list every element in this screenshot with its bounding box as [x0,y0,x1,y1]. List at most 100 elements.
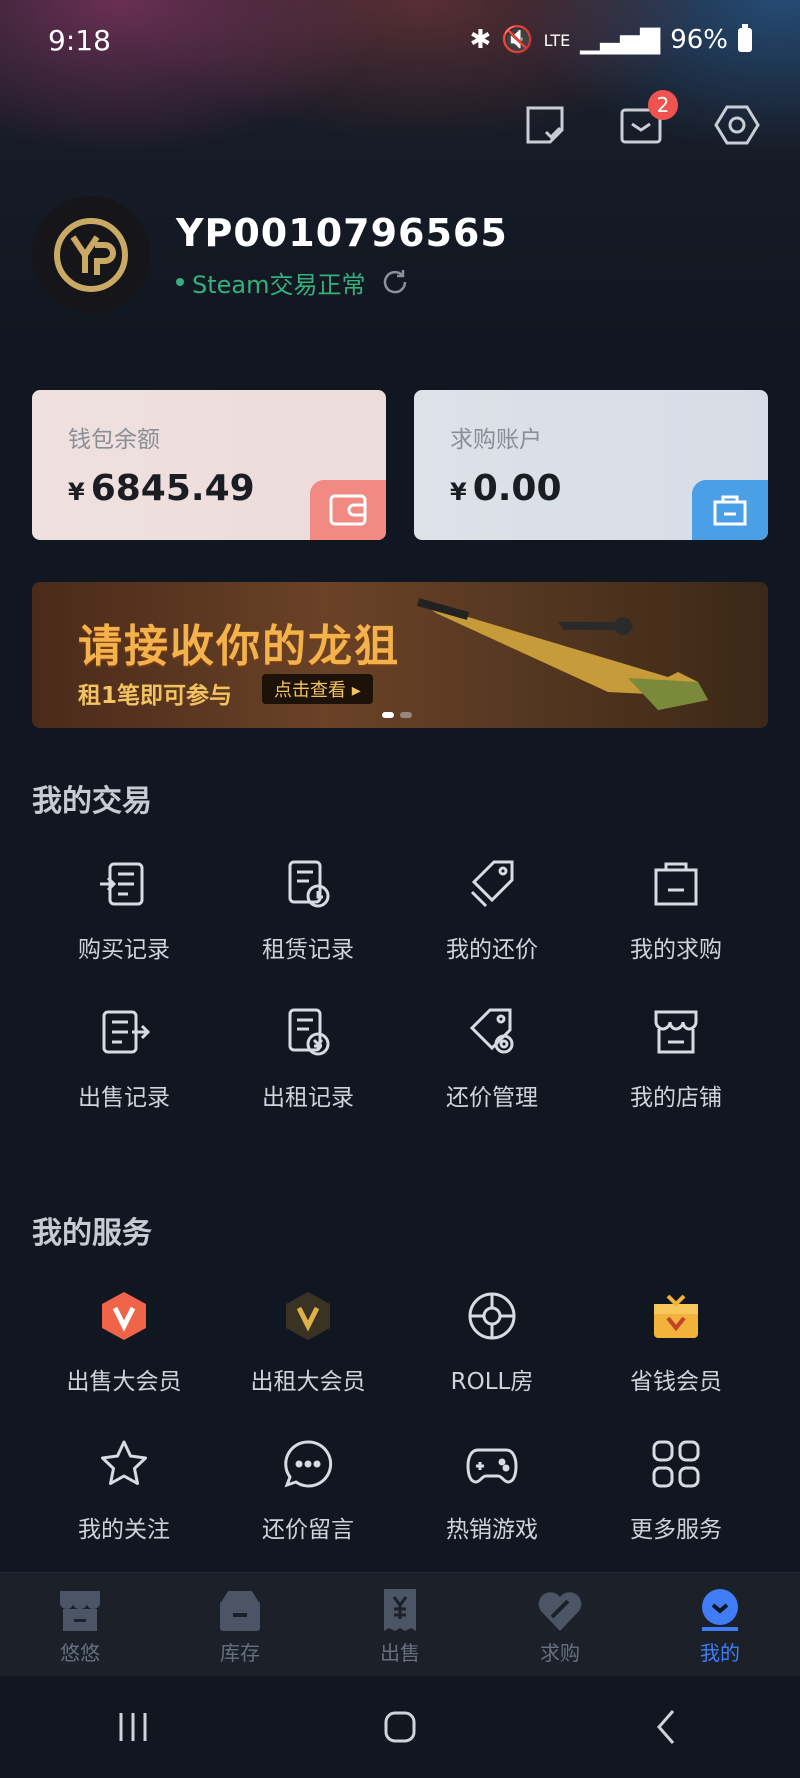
signal-icon: ▁▃▅▇ [580,25,661,55]
service-item-rent-vip[interactable]: 出租大会员 [216,1288,400,1396]
buy-account-amount: ¥0.00 [450,468,732,509]
wallet-icon [310,480,386,540]
buy-record-icon [100,862,144,906]
service-item-hot-games[interactable]: 热销游戏 [400,1436,584,1544]
tab-label: 我的 [700,1641,740,1665]
mute-icon: 🔇 [501,25,534,55]
trade-label: 出租记录 [262,1085,354,1111]
yp-logo-icon [54,218,128,292]
promo-banner[interactable]: 请接收你的龙狙 租1笔即可参与 点击查看 ▸ [32,582,768,728]
trade-label: 租赁记录 [262,937,354,963]
steam-status: Steam交易正常 [176,265,508,300]
shop-icon [654,1010,698,1054]
service-label: 出售大会员 [66,1369,182,1395]
avatar[interactable] [32,196,150,314]
service-label: 出租大会员 [250,1369,366,1395]
user-icon [702,1589,738,1631]
service-label: 省钱会员 [630,1369,722,1395]
wallet-amount: ¥6845.49 [68,468,350,509]
service-item-more[interactable]: 更多服务 [584,1436,768,1544]
my-services-grid: 出售大会员 出租大会员 ROLL房 省钱会员 我的关注 还价留言 热销游戏 更多… [32,1288,768,1544]
status-time: 9:18 [48,23,111,57]
sell-vip-icon [102,1292,146,1340]
inventory-icon [220,1591,260,1631]
my-services-title: 我的服务 [32,1216,152,1251]
service-item-save-vip[interactable]: 省钱会员 [584,1288,768,1396]
trade-item-my-purchase[interactable]: 我的求购 [584,856,768,964]
message-badge: 2 [648,90,678,120]
messages-button[interactable]: 2 [618,90,678,148]
chat-icon [284,1440,333,1488]
wallet-card[interactable]: 钱包余额 ¥6845.49 [32,390,386,540]
banner-subtitle: 租1笔即可参与 [78,683,233,709]
my-trades-title: 我的交易 [32,784,152,819]
trade-label: 我的求购 [630,937,722,963]
currency-symbol: ¥ [68,478,85,506]
receipt-icon [384,1589,416,1631]
trade-item-lease-record[interactable]: 租赁记录 [216,856,400,964]
trade-item-my-offer[interactable]: 我的还价 [400,856,584,964]
gear-icon [714,105,760,145]
steam-status-text: Steam交易正常 [192,270,366,299]
system-nav-bar [0,1676,800,1778]
tab-inventory[interactable]: 库存 [160,1573,320,1676]
heart-tag-icon [538,1592,582,1631]
trade-label: 还价管理 [446,1085,538,1111]
trade-label: 我的店铺 [630,1085,722,1111]
battery-icon [738,24,752,52]
trade-item-sell-record[interactable]: 出售记录 [32,1004,216,1112]
status-bar: 9:18 ✱ 🔇 LTE ▁▃▅▇ 96% [0,0,800,80]
sell-record-icon [102,1010,151,1054]
tab-label: 悠悠 [60,1641,100,1665]
tab-mine[interactable]: 我的 [640,1573,800,1676]
settings-button[interactable] [714,102,760,148]
trade-label: 出售记录 [78,1085,170,1111]
trade-item-shop[interactable]: 我的店铺 [584,1004,768,1112]
banner-view-button[interactable]: 点击查看 ▸ [262,674,373,704]
lease-record-icon [288,860,330,908]
buy-account-label: 求购账户 [450,427,542,453]
trade-item-buy-record[interactable]: 购买记录 [32,856,216,964]
service-label: 还价留言 [262,1517,354,1543]
service-item-follow[interactable]: 我的关注 [32,1436,216,1544]
bluetooth-icon: ✱ [469,25,492,55]
gamepad-icon [466,1448,518,1484]
service-item-offer-message[interactable]: 还价留言 [216,1436,400,1544]
recent-apps-icon[interactable] [113,1707,153,1747]
my-offer-icon [470,860,514,908]
check-square-icon [526,106,564,144]
my-trades-grid: 购买记录 租赁记录 我的还价 我的求购 出售记录 出租记录 还价管理 我的店铺 [32,856,768,1112]
tab-label: 出售 [380,1641,420,1665]
tab-youyou[interactable]: 悠悠 [0,1573,160,1676]
back-icon[interactable] [647,1707,687,1747]
profile-section[interactable]: YP0010796565 Steam交易正常 [32,196,508,314]
star-icon [101,1440,147,1485]
trade-item-rent-record[interactable]: 出租记录 [216,1004,400,1112]
tab-label: 求购 [540,1641,580,1665]
banner-pagination [382,712,412,718]
trade-label: 我的还价 [446,937,538,963]
roll-room-icon [468,1292,516,1340]
page-dot-active [382,712,394,718]
home-icon[interactable] [380,1707,420,1747]
service-item-sell-vip[interactable]: 出售大会员 [32,1288,216,1396]
grid-icon [652,1440,700,1488]
save-vip-icon [654,1294,698,1338]
refresh-icon[interactable] [380,267,410,297]
rent-record-icon [288,1008,330,1056]
tab-purchase[interactable]: 求购 [480,1573,640,1676]
wallet-label: 钱包余额 [68,427,160,453]
trade-label: 购买记录 [78,937,170,963]
bottom-tab-bar: 悠悠 库存 出售 求购 我的 [0,1572,800,1676]
checkin-button[interactable] [522,102,568,148]
tab-sell[interactable]: 出售 [320,1573,480,1676]
service-label: ROLL房 [450,1369,534,1395]
banner-title: 请接收你的龙狙 [78,621,400,672]
buy-account-card[interactable]: 求购账户 ¥0.00 [414,390,768,540]
username: YP0010796565 [176,210,508,255]
network-label: LTE [543,30,571,50]
status-dot [176,278,184,286]
header-actions: 2 [522,90,760,148]
trade-item-offer-manage[interactable]: 还价管理 [400,1004,584,1112]
service-item-roll-room[interactable]: ROLL房 [400,1288,584,1396]
